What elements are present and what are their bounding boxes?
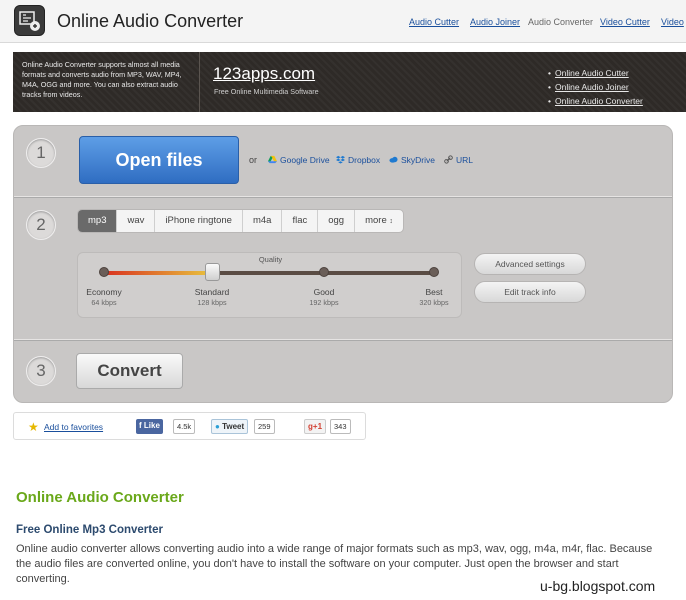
step-settings: 2 mp3 wav iPhone ringtone m4a flac ogg m…	[14, 196, 672, 339]
social-bar: ★ Add to favorites f Like 4.5k ● Tweet 2…	[13, 412, 366, 440]
app-title: Online Audio Converter	[57, 11, 244, 31]
format-tab-iphone-ringtone[interactable]: iPhone ringtone	[155, 210, 243, 232]
page-heading: Online Audio Converter	[16, 489, 184, 506]
banner-link-item[interactable]: Online Audio Cutter	[548, 66, 643, 80]
format-tab-m4a[interactable]: m4a	[243, 210, 283, 232]
step-number: 2	[26, 210, 56, 240]
quality-selector: Quality Economy 64 kbps Standard 128 kbp…	[77, 252, 462, 318]
top-bar: Online Audio Converter Audio Cutter Audi…	[0, 0, 686, 43]
format-tabs: mp3 wav iPhone ringtone m4a flac ogg mor…	[77, 209, 404, 233]
quality-slider-track[interactable]	[103, 271, 438, 275]
brand-link[interactable]: 123apps.com	[213, 64, 315, 84]
watermark-text: u-bg.blogspot.com	[540, 578, 656, 594]
banner-divider	[199, 52, 200, 112]
quality-slider-fill	[103, 271, 211, 275]
tweet-count: 259	[254, 419, 275, 434]
quality-name-best: Best	[425, 287, 443, 297]
advanced-settings-button[interactable]: Advanced settings	[474, 253, 586, 275]
dropbox-icon	[336, 155, 345, 164]
quality-slider-handle[interactable]	[205, 263, 220, 281]
banner-link-item[interactable]: Online Audio Joiner	[548, 80, 643, 94]
star-icon: ★	[28, 420, 39, 434]
convert-button[interactable]: Convert	[76, 353, 183, 389]
banner-link-item[interactable]: Online Audio Converter	[548, 94, 643, 108]
facebook-like-button[interactable]: f Like	[136, 419, 163, 434]
quality-rate-economy: 64 kbps	[91, 298, 117, 307]
google-drive-icon	[268, 155, 277, 164]
nav-video-cutter[interactable]: Video Cutter	[600, 17, 650, 27]
format-tab-ogg[interactable]: ogg	[318, 210, 356, 232]
step-convert: 3 Convert	[14, 339, 672, 402]
up-down-chevron-icon: ↕	[389, 218, 393, 225]
step-number: 1	[26, 138, 56, 168]
page-subheading: Free Online Mp3 Converter	[16, 524, 163, 536]
nav-audio-cutter[interactable]: Audio Cutter	[409, 17, 459, 27]
format-tab-flac[interactable]: flac	[282, 210, 319, 232]
gplus-count: 343	[330, 419, 351, 434]
edit-track-info-button[interactable]: Edit track info	[474, 281, 586, 303]
nav-audio-joiner[interactable]: Audio Joiner	[470, 17, 520, 27]
format-tab-more[interactable]: more ↕	[355, 210, 403, 232]
quality-stop-good[interactable]	[319, 267, 329, 277]
add-to-favorites-link[interactable]: Add to favorites	[44, 422, 103, 432]
quality-name-economy: Economy	[86, 287, 122, 297]
tweet-button[interactable]: ● Tweet	[211, 419, 249, 434]
nav-video[interactable]: Video	[661, 17, 684, 27]
skydrive-cloud-icon	[389, 156, 398, 163]
converter-panel: 1 Open files or Google Drive Dropbox Sky…	[13, 125, 673, 403]
link-icon	[444, 155, 453, 164]
quality-rate-standard: 128 kbps	[197, 298, 227, 307]
like-count: 4.5k	[173, 419, 196, 434]
twitter-bird-icon: ●	[215, 422, 220, 431]
format-tab-wav[interactable]: wav	[117, 210, 156, 232]
skydrive-link[interactable]: SkyDrive	[389, 155, 435, 165]
banner-description: Online Audio Converter supports almost a…	[22, 60, 182, 99]
facebook-icon: f	[139, 421, 142, 430]
open-files-button[interactable]: Open files	[79, 136, 239, 184]
step-number: 3	[26, 356, 56, 386]
quality-stop-economy[interactable]	[99, 267, 109, 277]
quality-name-standard: Standard	[194, 287, 230, 297]
nav-audio-converter: Audio Converter	[528, 17, 594, 27]
quality-stop-best[interactable]	[429, 267, 439, 277]
or-label: or	[249, 155, 258, 165]
step-open-files: 1 Open files or Google Drive Dropbox Sky…	[14, 126, 672, 196]
quality-rate-best: 320 kbps	[419, 298, 449, 307]
quality-rate-good: 192 kbps	[309, 298, 339, 307]
brand-subtitle: Free Online Multimedia Software	[214, 87, 319, 96]
quality-label: Quality	[258, 255, 283, 264]
promo-banner: Online Audio Converter supports almost a…	[13, 52, 686, 112]
google-plus-button[interactable]: g+1	[304, 419, 327, 434]
google-drive-link[interactable]: Google Drive	[268, 155, 330, 165]
banner-links: Online Audio Cutter Online Audio Joiner …	[548, 66, 643, 108]
dropbox-link[interactable]: Dropbox	[336, 155, 380, 165]
url-link[interactable]: URL	[444, 155, 473, 165]
format-tab-mp3[interactable]: mp3	[78, 210, 118, 232]
app-logo-icon[interactable]	[14, 5, 45, 36]
quality-name-good: Good	[313, 287, 335, 297]
